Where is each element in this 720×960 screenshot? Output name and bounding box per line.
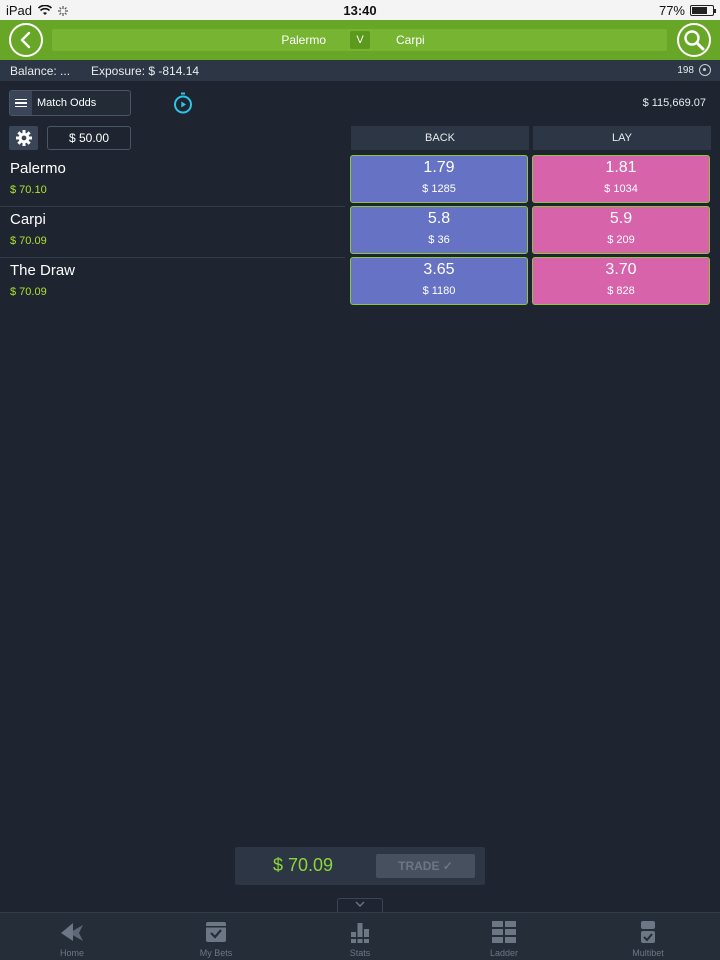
runner-profit: $ 70.09: [10, 286, 47, 298]
ladder-icon: [492, 921, 516, 943]
tab-ladder[interactable]: Ladder: [432, 913, 576, 960]
back-size: $ 1285: [422, 183, 456, 195]
away-team-name: Carpi: [396, 33, 425, 47]
trade-button[interactable]: TRADE ✓: [376, 854, 475, 878]
event-header: Palermo V Carpi: [0, 20, 720, 60]
versus-badge: V: [350, 31, 370, 49]
search-button[interactable]: [677, 23, 711, 57]
back-odds: 1.79: [423, 159, 455, 176]
tab-multibet[interactable]: Multibet: [576, 913, 720, 960]
gear-icon: [15, 130, 32, 146]
lay-size: $ 1034: [604, 183, 638, 195]
stats-icon: [349, 923, 371, 943]
back-size: $ 1180: [422, 285, 456, 297]
runner-name: Palermo: [10, 160, 66, 177]
tab-label: Stats: [349, 948, 371, 958]
battery-icon: [690, 5, 716, 16]
lay-price-button[interactable]: 3.70 $ 828: [532, 257, 710, 305]
bottom-tab-bar: Home My Bets Stats Ladder Multibet: [0, 912, 720, 960]
back-size: $ 36: [428, 234, 450, 246]
chevron-down-icon: [355, 901, 365, 907]
clock: 13:40: [343, 3, 377, 18]
home-icon: [61, 923, 83, 941]
chevron-left-icon: [20, 31, 31, 49]
battery-percent: 77%: [658, 3, 685, 18]
refresh-count: 198: [677, 65, 694, 76]
back-odds: 3.65: [423, 261, 455, 278]
runner-profit: $ 70.10: [10, 184, 47, 196]
account-info-bar: Balance: ... Exposure: $ -814.14 198: [0, 60, 720, 81]
exposure-text: Exposure: $ -814.14: [91, 64, 200, 78]
back-column-header: BACK: [351, 126, 529, 150]
my-bets-icon: [206, 922, 226, 942]
back-odds: 5.8: [427, 210, 451, 227]
match-title-bar: Palermo V Carpi: [52, 29, 667, 51]
total-matched: $ 115,669.07: [642, 97, 706, 109]
lay-odds: 1.81: [605, 159, 637, 176]
search-icon: [684, 30, 705, 51]
lay-price-button[interactable]: 1.81 $ 1034: [532, 155, 710, 203]
tab-stats[interactable]: Stats: [288, 913, 432, 960]
back-price-button[interactable]: 1.79 $ 1285: [350, 155, 528, 203]
status-bar: iPad 13:40 77%: [0, 0, 720, 20]
stopwatch-play-icon[interactable]: [172, 92, 194, 114]
back-price-button[interactable]: 5.8 $ 36: [350, 206, 528, 254]
stake-field[interactable]: $ 50.00: [47, 126, 131, 150]
tab-label: My Bets: [199, 948, 233, 958]
settings-button[interactable]: [9, 126, 38, 150]
tab-label: Ladder: [489, 948, 519, 958]
back-price-button[interactable]: 3.65 $ 1180: [350, 257, 528, 305]
balance-text: Balance: ...: [10, 64, 71, 78]
lay-odds: 5.9: [609, 210, 633, 227]
menu-icon: [10, 91, 32, 115]
lay-column-header: LAY: [533, 126, 711, 150]
runner-name: The Draw: [10, 262, 76, 279]
market-name: Match Odds: [37, 97, 97, 109]
tab-home[interactable]: Home: [0, 913, 144, 960]
tab-label: Multibet: [632, 948, 664, 958]
tab-label: Home: [59, 948, 84, 958]
runner-name: Carpi: [10, 211, 46, 228]
refresh-icon[interactable]: [699, 64, 711, 76]
multibet-icon: [641, 921, 655, 943]
runner-profit: $ 70.09: [10, 235, 47, 247]
expand-drawer-tab[interactable]: [337, 898, 383, 912]
runner-row: Carpi $ 70.09 5.8 $ 36 5.9 $ 209: [0, 206, 720, 258]
lay-price-button[interactable]: 5.9 $ 209: [532, 206, 710, 254]
lay-size: $ 209: [607, 234, 635, 246]
runner-row: Palermo $ 70.10 1.79 $ 1285 1.81 $ 1034: [0, 155, 720, 207]
market-selector[interactable]: Match Odds: [9, 90, 131, 116]
lay-odds: 3.70: [605, 261, 637, 278]
lay-size: $ 828: [607, 285, 635, 297]
trade-bar: $ 70.09 TRADE ✓: [235, 847, 485, 885]
back-button[interactable]: [9, 23, 43, 57]
trade-amount: $ 70.09: [273, 855, 334, 875]
runner-row: The Draw $ 70.09 3.65 $ 1180 3.70 $ 828: [0, 257, 720, 308]
tab-my-bets[interactable]: My Bets: [144, 913, 288, 960]
home-team-name: Palermo: [281, 33, 326, 47]
